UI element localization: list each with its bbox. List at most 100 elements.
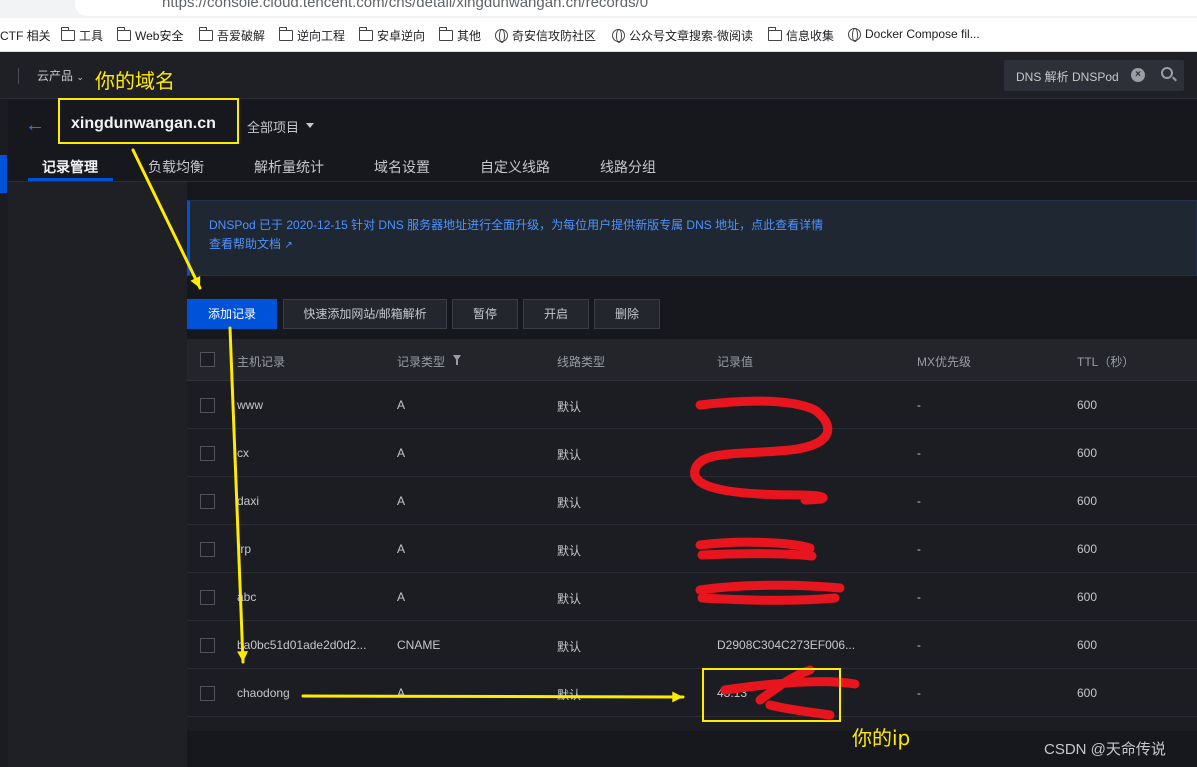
arrow-to-add-record-head — [190, 276, 201, 288]
cell-host: ba0bc51d01ade2d0d2... — [237, 638, 367, 652]
external-link-icon: ↗ — [284, 240, 293, 251]
row-checkbox[interactable] — [200, 590, 215, 605]
project-filter[interactable]: 全部项目 — [247, 117, 299, 136]
table-row[interactable]: daxi A 默认 - 600 — [187, 477, 1197, 525]
column-header: 主机记录 — [237, 355, 286, 369]
clear-icon[interactable]: × — [1131, 68, 1145, 82]
cell-line: 默认 — [557, 544, 582, 558]
cell-line: 默认 — [557, 448, 582, 462]
cell-host: cx — [237, 446, 249, 460]
cell-line: 默认 — [557, 688, 582, 702]
pause-button[interactable]: 暂停 — [452, 299, 518, 329]
cell-mx: - — [917, 638, 921, 652]
cell-type: A — [397, 590, 406, 604]
bookmark-item[interactable]: 信息收集 — [767, 27, 834, 44]
cell-type: A — [397, 494, 406, 508]
bookmark-item[interactable]: 吾爱破解 — [198, 27, 265, 44]
cell-line: 默认 — [557, 592, 582, 606]
cell-host: daxi — [237, 494, 260, 508]
column-header: 线路类型 — [557, 355, 606, 369]
row-checkbox[interactable] — [200, 638, 215, 653]
search-query-text: DNS 解析 DNSPod — [1016, 70, 1119, 84]
globe-icon — [848, 27, 861, 42]
cell-mx: - — [917, 398, 921, 412]
bookmark-item[interactable]: 安卓逆向 — [358, 27, 425, 44]
cell-line: 默认 — [557, 640, 582, 654]
row-checkbox[interactable] — [200, 446, 215, 461]
notice-banner: DNSPod 已于 2020-12-15 针对 DNS 服务器地址进行全面升级，… — [187, 200, 1197, 276]
cell-mx: - — [917, 686, 921, 700]
cell-ttl: 600 — [1077, 590, 1098, 604]
cloud-products-menu[interactable]: 云产品 ⌄ — [37, 67, 84, 84]
tab-domain-settings[interactable]: 域名设置 — [374, 157, 430, 177]
table-row[interactable]: cx A 默认 - 600 — [187, 429, 1197, 477]
url-text: https://console.cloud.tencent.com/cns/de… — [162, 0, 649, 11]
bookmark-item[interactable]: 其他 — [438, 27, 481, 44]
cell-mx: - — [917, 446, 921, 460]
caret-down-icon[interactable] — [306, 123, 314, 128]
chevron-down-icon: ⌄ — [76, 72, 84, 82]
bookmark-item[interactable]: Web安全 — [116, 27, 183, 44]
left-nav-active-marker — [0, 155, 7, 193]
bookmark-item[interactable]: 工具 — [60, 27, 103, 44]
table-row[interactable]: www A 默认 - 600 — [187, 381, 1197, 429]
cell-type: CNAME — [397, 638, 441, 652]
watermark: CSDN @天命传说 — [1044, 741, 1166, 758]
browser-address-bar[interactable]: https://console.cloud.tencent.com/cns/de… — [0, 0, 1197, 18]
cell-type: A — [397, 542, 406, 556]
folder-icon — [116, 27, 131, 41]
table-row[interactable]: ba0bc51d01ade2d0d2... CNAME 默认 D2908C304C27… — [187, 621, 1197, 669]
cell-host: www — [237, 398, 263, 412]
tab-query-stats[interactable]: 解析量统计 — [254, 157, 324, 177]
bookmarks-bar: CTF 相关 工具 Web安全 吾爱破解 逆向工程 安卓逆向 其他 奇安信攻防社… — [0, 18, 1197, 52]
folder-icon — [60, 27, 75, 41]
search-icon[interactable] — [1161, 67, 1173, 79]
filter-icon[interactable] — [453, 355, 461, 365]
cell-mx: - — [917, 590, 921, 604]
bookmark-item[interactable]: CTF 相关 — [0, 27, 51, 44]
tab-bar: 记录管理 负载均衡 解析量统计 域名设置 自定义线路 线路分组 — [8, 148, 1197, 182]
quick-add-button[interactable]: 快速添加网站/邮箱解析 — [283, 299, 447, 329]
table-row[interactable]: abc A 默认 - 600 — [187, 573, 1197, 621]
add-record-button[interactable]: 添加记录 — [187, 299, 277, 329]
help-doc-link[interactable]: 查看帮助文档 ↗ — [209, 235, 293, 252]
tab-custom-lines[interactable]: 自定义线路 — [480, 157, 550, 177]
table-row[interactable]: frp A 默认 - 600 — [187, 525, 1197, 573]
enable-button[interactable]: 开启 — [523, 299, 589, 329]
bookmark-item[interactable]: Docker Compose fil... — [848, 27, 980, 42]
select-all-checkbox[interactable] — [200, 352, 215, 367]
folder-icon — [358, 27, 373, 41]
table-row[interactable]: chaodong A 默认 43.13-600 — [187, 669, 1197, 717]
notice-text-link[interactable]: DNSPod 已于 2020-12-15 针对 DNS 服务器地址进行全面升级，… — [209, 216, 823, 233]
folder-icon — [438, 27, 453, 41]
delete-button[interactable]: 删除 — [594, 299, 660, 329]
bookmark-item[interactable]: 公众号文章搜索-微阅读 — [612, 27, 753, 44]
cell-line: 默认 — [557, 400, 582, 414]
cell-host: frp — [237, 542, 252, 556]
folder-icon — [198, 27, 213, 41]
folder-icon — [278, 27, 293, 41]
tab-load-balance[interactable]: 负载均衡 — [148, 157, 204, 177]
nav-divider — [18, 68, 19, 84]
row-checkbox[interactable] — [200, 686, 215, 701]
column-header: MX优先级 — [917, 355, 972, 369]
row-checkbox[interactable] — [200, 542, 215, 557]
back-arrow-icon[interactable]: ← — [25, 114, 45, 137]
column-header: 记录值 — [717, 355, 754, 369]
cell-ttl: 600 — [1077, 638, 1098, 652]
cell-line: 默认 — [557, 496, 582, 510]
cell-type: A — [397, 686, 406, 700]
cell-type: A — [397, 446, 406, 460]
table-header: 主机记录 记录类型 线路类型 记录值 MX优先级 TTL（秒） — [187, 339, 1197, 381]
tab-records[interactable]: 记录管理 — [42, 157, 98, 177]
global-search-input[interactable]: DNS 解析 DNSPod × — [1004, 60, 1184, 91]
bookmark-item[interactable]: 逆向工程 — [278, 27, 345, 44]
bookmark-item[interactable]: 奇安信攻防社区 — [495, 27, 596, 44]
row-checkbox[interactable] — [200, 494, 215, 509]
cell-ttl: 600 — [1077, 398, 1098, 412]
cell-value: D2908C304C273EF006... — [717, 638, 856, 652]
row-checkbox[interactable] — [200, 398, 215, 413]
cell-mx: - — [917, 494, 921, 508]
cell-host: chaodong — [237, 686, 290, 700]
tab-line-groups[interactable]: 线路分组 — [600, 157, 656, 177]
